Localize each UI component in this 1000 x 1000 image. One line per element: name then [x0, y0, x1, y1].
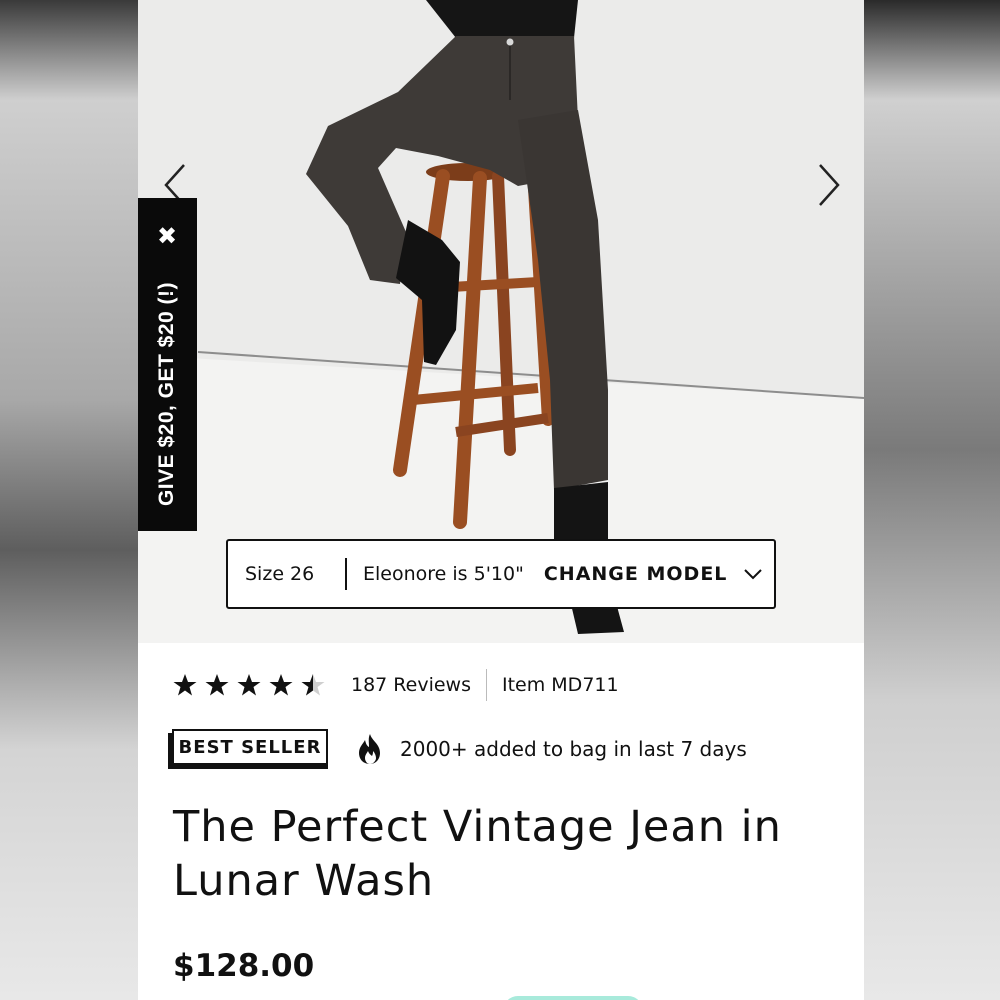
best-seller-badge: BEST SELLER — [168, 729, 332, 769]
background-right — [864, 0, 1000, 1000]
background-left — [0, 0, 138, 1000]
product-info: 187 Reviews Item MD711 BEST SELLER 2000+… — [138, 643, 864, 1000]
badge-row: BEST SELLER 2000+ added to bag in last 7… — [168, 729, 747, 769]
half-star-icon — [301, 674, 325, 696]
rating-row: 187 Reviews Item MD711 — [173, 669, 619, 701]
best-seller-label: BEST SELLER — [172, 729, 328, 765]
model-size-label: Size 26 — [245, 563, 315, 585]
star-icon — [237, 674, 261, 696]
change-model-button[interactable]: CHANGE MODEL — [544, 563, 764, 585]
star-rating[interactable] — [173, 673, 333, 697]
model-height-label: Eleonore is 5'10" — [363, 563, 524, 585]
next-image-button[interactable] — [812, 162, 846, 208]
reviews-link[interactable]: 187 Reviews — [351, 674, 471, 696]
product-image-carousel[interactable]: ✖ GIVE $20, GET $20 (!) Size 26 Eleonore… — [138, 0, 864, 643]
product-page: ✖ GIVE $20, GET $20 (!) Size 26 Eleonore… — [138, 0, 864, 1000]
referral-label: GIVE $20, GET $20 (!) — [155, 281, 178, 507]
star-icon — [173, 674, 197, 696]
product-price: $128.00 — [173, 948, 315, 984]
star-icon — [205, 674, 229, 696]
promo-pill[interactable] — [503, 996, 643, 1000]
change-model-label: CHANGE MODEL — [543, 563, 728, 585]
chevron-down-icon — [744, 569, 763, 580]
close-icon[interactable]: ✖ — [156, 224, 178, 248]
product-title: The Perfect Vintage Jean in Lunar Wash — [173, 802, 782, 906]
chevron-right-icon — [819, 164, 840, 206]
item-number: Item MD711 — [502, 674, 619, 696]
trending-text: 2000+ added to bag in last 7 days — [400, 737, 747, 761]
divider — [486, 669, 487, 701]
fire-icon — [359, 734, 380, 764]
star-icon — [269, 674, 293, 696]
model-size-bar: Size 26 Eleonore is 5'10" CHANGE MODEL — [226, 539, 776, 609]
referral-tab[interactable]: ✖ GIVE $20, GET $20 (!) — [138, 198, 197, 531]
